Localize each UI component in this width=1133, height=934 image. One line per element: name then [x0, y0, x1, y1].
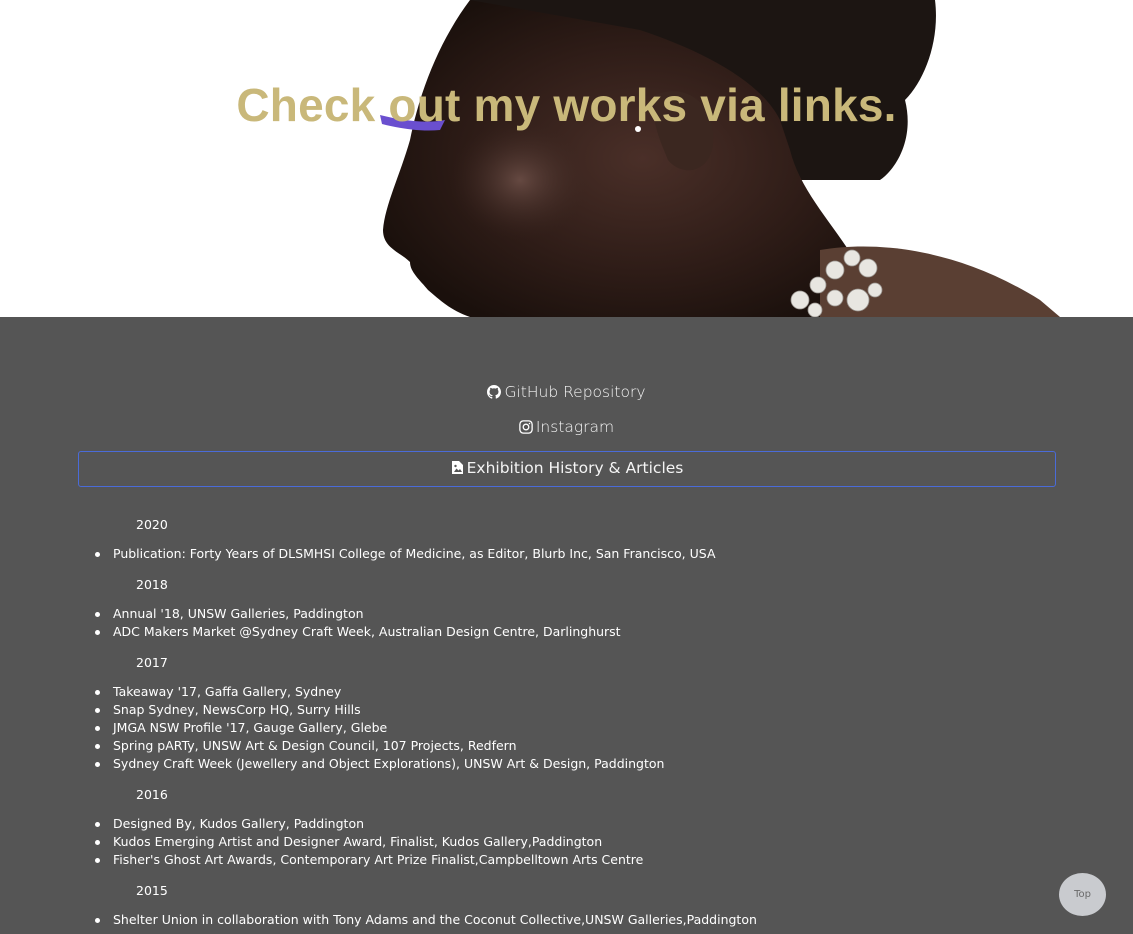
list-item: Snap Sydney, NewsCorp HQ, Surry Hills: [0, 702, 1133, 720]
list-item: Kudos Emerging Artist and Designer Award…: [0, 834, 1133, 852]
year-heading: 2016: [136, 787, 168, 802]
image-file-icon: [451, 454, 464, 487]
back-to-top-button[interactable]: Top: [1059, 873, 1106, 916]
hero-portrait-image: [380, 0, 1060, 317]
list-item: Spring pARTy, UNSW Art & Design Council,…: [0, 738, 1133, 756]
list-item: Designed By, Kudos Gallery, Paddington: [0, 816, 1133, 834]
list-item: Fisher's Ghost Art Awards, Contemporary …: [0, 852, 1133, 870]
instagram-link-label: Instagram: [535, 418, 615, 436]
exhibition-history-list: 2020 Publication: Forty Years of DLSMHSI…: [0, 516, 1133, 930]
year-heading: 2017: [136, 655, 168, 670]
year-heading: 2020: [136, 517, 168, 532]
exhibition-history-label: Exhibition History & Articles: [466, 459, 684, 477]
list-item: Takeaway '17, Gaffa Gallery, Sydney: [0, 684, 1133, 702]
hero-banner: Check out my works via links.: [0, 0, 1133, 317]
exhibition-history-button[interactable]: Exhibition History & Articles: [78, 451, 1056, 487]
year-heading: 2015: [136, 883, 168, 898]
year-heading: 2018: [136, 577, 168, 592]
links-section: GitHub Repository Instagram Exhibition H…: [0, 317, 1133, 934]
list-item: ADC Makers Market @Sydney Craft Week, Au…: [0, 624, 1133, 642]
hero-title: Check out my works via links.: [236, 79, 897, 131]
list-item: Publication: Forty Years of DLSMHSI Coll…: [0, 546, 1133, 564]
list-item: JMGA NSW Profile '17, Gauge Gallery, Gle…: [0, 720, 1133, 738]
list-item: Sydney Craft Week (Jewellery and Object …: [0, 756, 1133, 774]
list-item: Annual '18, UNSW Galleries, Paddington: [0, 606, 1133, 624]
instagram-icon: [519, 420, 533, 438]
list-item: Shelter Union in collaboration with Tony…: [0, 912, 1133, 930]
github-link-label: GitHub Repository: [504, 383, 646, 401]
github-icon: [487, 385, 502, 403]
instagram-link[interactable]: Instagram: [0, 418, 1133, 438]
github-link[interactable]: GitHub Repository: [0, 383, 1133, 403]
